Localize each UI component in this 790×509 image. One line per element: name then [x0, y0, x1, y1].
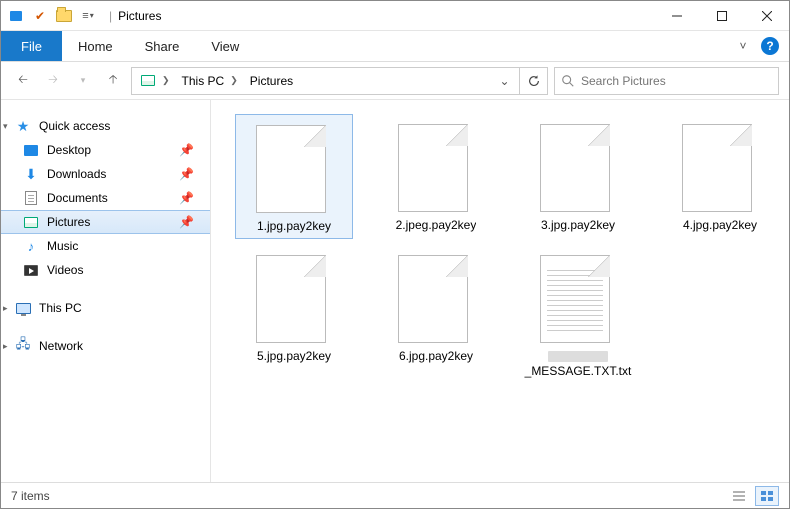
breadcrumb-pictures[interactable]: Pictures: [246, 74, 297, 88]
ribbon-tab-home[interactable]: Home: [62, 31, 129, 61]
pin-icon: 📌: [179, 191, 194, 205]
view-details-button[interactable]: [727, 486, 751, 506]
file-item[interactable]: 1.jpg.pay2key: [235, 114, 353, 239]
sidebar-item-music[interactable]: ♪ Music: [1, 234, 210, 258]
chevron-right-icon: ▸: [3, 341, 8, 352]
file-item[interactable]: 2.jpeg.pay2key: [377, 114, 495, 239]
ribbon: File Home Share View ˅ ?: [1, 31, 789, 62]
file-thumbnail: [538, 118, 618, 214]
doc-icon: [23, 190, 39, 206]
nav-recent-button[interactable]: ▾: [71, 69, 95, 93]
sidebar-item-label: Downloads: [47, 167, 106, 181]
file-tab[interactable]: File: [1, 31, 62, 61]
qat-folder-button[interactable]: [53, 5, 75, 27]
file-thumbnail: [396, 249, 476, 345]
breadcrumb-root[interactable]: ❯: [136, 73, 176, 89]
view-thumbnails-button[interactable]: [755, 486, 779, 506]
file-thumbnail: [680, 118, 760, 214]
nav-forward-button[interactable]: 🡢: [41, 69, 65, 93]
file-thumbnail: [254, 249, 334, 345]
maximize-button[interactable]: [699, 1, 744, 31]
qat-dropdown-button[interactable]: ≡▾: [77, 5, 99, 27]
breadcrumb-history-button[interactable]: ⌄: [493, 74, 515, 88]
file-item[interactable]: 5.jpg.pay2key: [235, 245, 353, 383]
minimize-button[interactable]: [654, 1, 699, 31]
nav-this-pc[interactable]: ▸ This PC: [1, 296, 210, 320]
nav-quick-access[interactable]: ▾ ★ Quick access: [1, 114, 210, 138]
ribbon-expand-button[interactable]: ˅: [733, 39, 753, 53]
file-name: 4.jpg.pay2key: [683, 218, 757, 233]
redacted-text: [548, 351, 608, 362]
chevron-right-icon: ❯: [228, 75, 240, 86]
status-bar: 7 items: [1, 482, 789, 508]
sidebar-item-label: Videos: [47, 263, 83, 277]
search-box[interactable]: [554, 67, 779, 95]
file-name: _MESSAGE.TXT.txt: [523, 349, 633, 379]
qat-properties-button[interactable]: [5, 5, 27, 27]
star-icon: ★: [15, 118, 31, 134]
sidebar-item-label: Desktop: [47, 143, 91, 157]
ribbon-tab-view[interactable]: View: [195, 31, 255, 61]
sidebar-item-desktop[interactable]: Desktop 📌: [1, 138, 210, 162]
pin-icon: 📌: [179, 143, 194, 157]
sidebar-item-videos[interactable]: Videos: [1, 258, 210, 282]
file-thumbnail: [538, 249, 618, 345]
ribbon-tab-share[interactable]: Share: [129, 31, 196, 61]
breadcrumb-this-pc[interactable]: This PC❯: [178, 74, 244, 88]
desk-icon: [23, 142, 39, 158]
file-thumbnail: [254, 119, 334, 215]
sidebar-item-label: Pictures: [47, 215, 90, 229]
titlebar: ✔ ≡▾ | Pictures: [1, 1, 789, 31]
sidebar-item-documents[interactable]: Documents 📌: [1, 186, 210, 210]
down-icon: ⬇: [23, 166, 39, 182]
chevron-right-icon: ▸: [3, 303, 8, 314]
pc-icon: [16, 303, 31, 314]
file-item[interactable]: 6.jpg.pay2key: [377, 245, 495, 383]
file-list[interactable]: 1.jpg.pay2key 2.jpeg.pay2key 3.jpg.pay2key…: [211, 100, 789, 482]
pic-icon: [23, 214, 39, 230]
nav-back-button[interactable]: 🡠: [11, 69, 35, 93]
sidebar-item-label: Music: [47, 239, 78, 253]
music-icon: ♪: [23, 238, 39, 254]
explorer-body: ▾ ★ Quick access Desktop📌⬇Downloads📌Docu…: [1, 100, 789, 482]
window-title: Pictures: [118, 9, 654, 23]
help-button[interactable]: ?: [761, 37, 779, 55]
file-name: 6.jpg.pay2key: [399, 349, 473, 364]
nav-up-button[interactable]: 🡡: [101, 69, 125, 93]
nav-network[interactable]: ▸ 🖧 Network: [1, 334, 210, 358]
file-thumbnail: [396, 118, 476, 214]
status-count: 7 items: [11, 489, 50, 503]
sidebar-item-downloads[interactable]: ⬇ Downloads 📌: [1, 162, 210, 186]
network-icon: 🖧: [15, 338, 31, 354]
navigation-pane: ▾ ★ Quick access Desktop📌⬇Downloads📌Docu…: [1, 100, 211, 482]
video-icon: [23, 262, 39, 278]
chevron-right-icon: ❯: [160, 75, 172, 86]
address-bar-row: 🡠 🡢 ▾ 🡡 ❯ This PC❯ Pictures ⌄: [1, 62, 789, 100]
file-item[interactable]: _MESSAGE.TXT.txt: [519, 245, 637, 383]
file-name: 5.jpg.pay2key: [257, 349, 331, 364]
sidebar-item-label: Documents: [47, 191, 108, 205]
qat-check-button[interactable]: ✔: [29, 5, 51, 27]
close-button[interactable]: [744, 1, 789, 31]
sidebar-item-pictures[interactable]: Pictures 📌: [1, 210, 210, 234]
file-name: 3.jpg.pay2key: [541, 218, 615, 233]
chevron-down-icon: ▾: [3, 121, 8, 132]
file-name: 1.jpg.pay2key: [257, 219, 331, 234]
file-name: 2.jpeg.pay2key: [396, 218, 477, 233]
pin-icon: 📌: [179, 167, 194, 181]
title-separator: |: [109, 9, 112, 23]
file-item[interactable]: 3.jpg.pay2key: [519, 114, 637, 239]
breadcrumb[interactable]: ❯ This PC❯ Pictures ⌄: [131, 67, 520, 95]
refresh-button[interactable]: [520, 67, 548, 95]
quick-access-toolbar: ✔ ≡▾: [1, 5, 103, 27]
search-icon: [561, 74, 575, 88]
search-input[interactable]: [581, 74, 772, 88]
file-item[interactable]: 4.jpg.pay2key: [661, 114, 779, 239]
pin-icon: 📌: [179, 215, 194, 229]
